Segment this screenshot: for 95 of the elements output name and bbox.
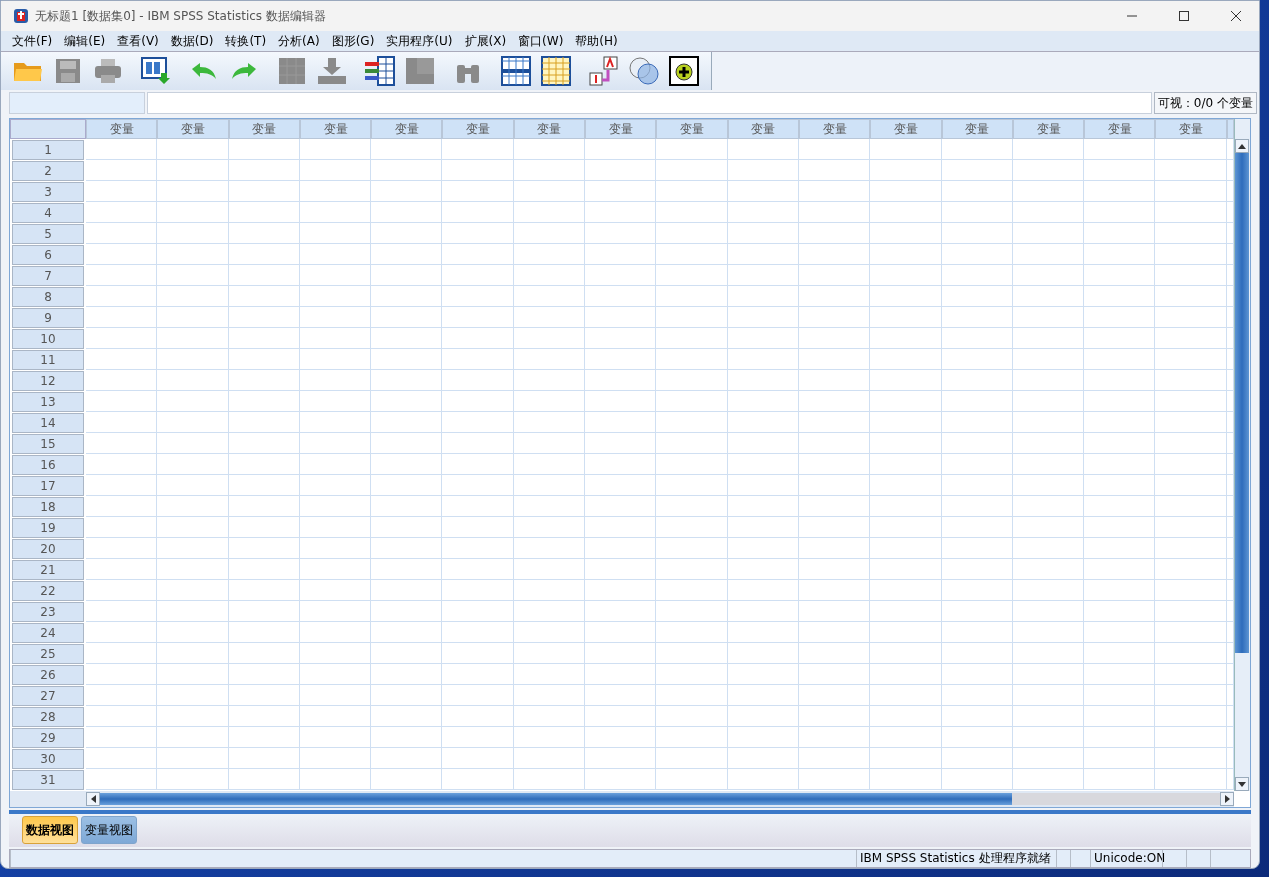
maximize-icon: [1179, 11, 1189, 21]
menu-item[interactable]: 图形(G): [326, 32, 380, 50]
column-header[interactable]: 变量: [1155, 119, 1227, 140]
overlapping-circles-icon: [628, 56, 660, 87]
row-header[interactable]: 29: [12, 728, 84, 749]
download-grid-icon: [317, 57, 347, 86]
redo-arrow-icon: [230, 61, 258, 82]
row-header[interactable]: 26: [12, 665, 84, 686]
vertical-scrollbar[interactable]: [1234, 119, 1250, 792]
row-header[interactable]: 27: [12, 686, 84, 707]
row-header[interactable]: 28: [12, 707, 84, 728]
row-header[interactable]: 3: [12, 182, 84, 203]
visible-variables-label: 可视：0/0 个变量: [1153, 92, 1257, 115]
row-header[interactable]: 7: [12, 266, 84, 287]
menu-item[interactable]: 帮助(H): [570, 32, 623, 50]
down-arrow-icon: [1238, 781, 1246, 787]
column-header[interactable]: 变量: [86, 119, 158, 140]
column-header[interactable]: 变量: [941, 119, 1013, 140]
menu-item[interactable]: 窗口(W): [513, 32, 569, 50]
window-title: 无标题1 [数据集0] - IBM SPSS Statistics 数据编辑器: [35, 7, 327, 25]
row-header[interactable]: 5: [12, 224, 84, 245]
menu-item[interactable]: 实用程序(U): [381, 32, 458, 50]
right-arrow-icon: [1224, 795, 1230, 804]
menu-item[interactable]: 分析(A): [273, 32, 325, 50]
row-header[interactable]: 2: [12, 161, 84, 182]
row-header[interactable]: 31: [12, 770, 84, 791]
menu-item[interactable]: 文件(F): [7, 32, 58, 50]
cell-value-field[interactable]: [147, 92, 1152, 115]
view-tab[interactable]: 数据视图: [22, 816, 78, 845]
horizontal-scrollbar[interactable]: [10, 791, 1234, 808]
column-header[interactable]: 变量: [1084, 119, 1156, 140]
grid-mu-icon: [405, 57, 435, 86]
row-header[interactable]: 19: [12, 518, 84, 539]
row-header[interactable]: 20: [12, 539, 84, 560]
row-header[interactable]: 13: [12, 392, 84, 413]
status-text: Unicode:ON: [1090, 850, 1162, 867]
view-tab[interactable]: 变量视图: [81, 816, 137, 845]
column-header[interactable]: 变量: [656, 119, 728, 140]
toolbar-button[interactable]: [363, 54, 397, 89]
menu-item[interactable]: 扩展(X): [459, 32, 512, 50]
row-header[interactable]: 18: [12, 497, 84, 518]
row-header[interactable]: 10: [12, 329, 84, 350]
scroll-left-button[interactable]: [86, 792, 100, 807]
row-header[interactable]: 22: [12, 581, 84, 602]
grid-arrow-icon: [278, 57, 306, 86]
row-header[interactable]: 30: [12, 749, 84, 770]
row-header[interactable]: 1: [12, 140, 84, 161]
app-icon: [13, 8, 29, 24]
row-header[interactable]: 16: [12, 455, 84, 476]
column-header[interactable]: 变量: [798, 119, 871, 140]
row-header[interactable]: 11: [12, 350, 84, 371]
row-header[interactable]: 8: [12, 287, 84, 308]
left-arrow-icon: [90, 795, 96, 804]
scroll-right-button[interactable]: [1220, 792, 1234, 807]
column-header[interactable]: 变量: [157, 119, 229, 140]
printer-icon: [94, 58, 122, 85]
row-header[interactable]: 23: [12, 602, 84, 623]
menu-item[interactable]: 查看(V): [112, 32, 164, 50]
row-header[interactable]: 12: [12, 371, 84, 392]
undo-arrow-icon: [190, 61, 218, 82]
row-header[interactable]: 6: [12, 245, 84, 266]
window-arrow-icon: [141, 57, 171, 86]
row-header[interactable]: 15: [12, 434, 84, 455]
cell-name-field[interactable]: [9, 92, 145, 115]
variable-list-icon: [364, 56, 396, 87]
row-header[interactable]: 25: [12, 644, 84, 665]
row-header[interactable]: 21: [12, 560, 84, 581]
scroll-down-button[interactable]: [1235, 777, 1249, 792]
close-icon: [1231, 11, 1241, 21]
row-header[interactable]: 9: [12, 308, 84, 329]
column-header[interactable]: 变量: [299, 119, 372, 140]
toolbar-button[interactable]: [539, 54, 573, 89]
status-text: IBM SPSS Statistics 处理程序就绪: [856, 850, 1056, 867]
scroll-up-button[interactable]: [1235, 139, 1249, 154]
row-header[interactable]: 24: [12, 623, 84, 644]
up-arrow-icon: [1238, 143, 1246, 149]
row-header[interactable]: 14: [12, 413, 84, 434]
column-header[interactable]: 变量: [870, 119, 942, 140]
column-header[interactable]: 变量: [371, 119, 443, 140]
menu-item[interactable]: 数据(D): [165, 32, 219, 50]
row-header[interactable]: 4: [12, 203, 84, 224]
value-labels-icon: [588, 56, 620, 87]
column-header[interactable]: 变量: [228, 119, 300, 140]
column-header[interactable]: 变量: [442, 119, 514, 140]
toolbar-button[interactable]: [667, 54, 701, 89]
column-header[interactable]: 变量: [727, 119, 799, 140]
table-rows-icon: [501, 56, 531, 87]
column-header[interactable]: 变量: [1012, 119, 1085, 140]
column-header[interactable]: 变量: [513, 119, 586, 140]
menu-item[interactable]: 转换(T): [220, 32, 272, 50]
toolbar-button[interactable]: [499, 54, 533, 89]
row-header[interactable]: 17: [12, 476, 84, 497]
table-columns-icon: [541, 56, 571, 87]
menu-item[interactable]: 编辑(E): [59, 32, 111, 50]
column-header[interactable]: 变量: [585, 119, 657, 140]
